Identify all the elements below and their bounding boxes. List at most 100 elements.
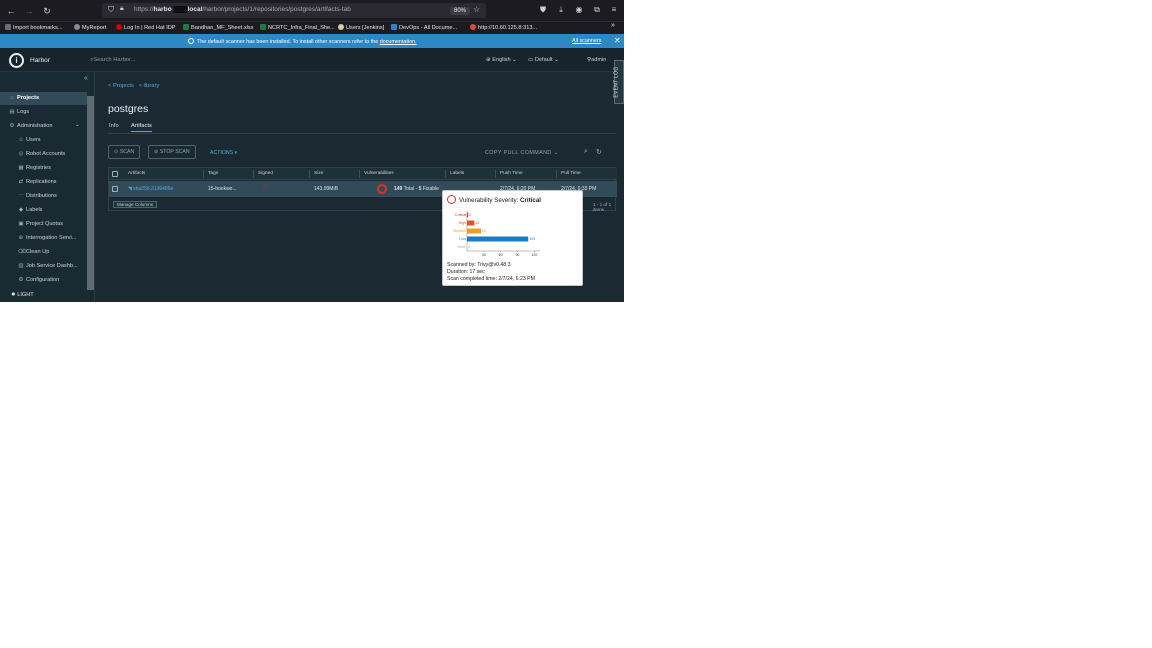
forward-icon[interactable]: → xyxy=(23,5,35,17)
bookmark-item[interactable]: Users [Jenkins] xyxy=(338,24,384,31)
bookmark-item[interactable]: DevOps - All Docume... xyxy=(391,24,457,31)
sidebar-item-labels[interactable]: ◆ Labels xyxy=(0,204,87,217)
sidebar-item-configuration[interactable]: ⚙ Configuration xyxy=(0,274,87,287)
column-header[interactable]: Push Time xyxy=(500,171,523,176)
registries-icon: ▦ xyxy=(18,165,24,171)
chart-category-label: None xyxy=(457,245,466,249)
chevron-down-icon: ⌄ xyxy=(554,57,559,63)
actions-dropdown[interactable]: ACTIONS ▾ xyxy=(210,150,237,156)
collapse-sidebar-icon[interactable]: « xyxy=(84,75,88,82)
column-header[interactable]: Vulnerabilities xyxy=(364,171,394,176)
account-icon[interactable]: ◉ xyxy=(574,5,584,15)
users-icon: ☺ xyxy=(18,137,24,143)
extensions-icon[interactable]: ⧉ xyxy=(592,5,602,15)
sidebar-item-clean-up[interactable]: ⌫Clean Up xyxy=(0,246,87,259)
tab-divider xyxy=(108,133,616,134)
chart-bar-low xyxy=(467,236,529,242)
column-header[interactable]: Size xyxy=(314,171,323,176)
column-divider xyxy=(495,170,496,178)
banner-message: The default scanner has been installed. … xyxy=(188,38,417,45)
search-input[interactable]: ⌕Search Harbor... xyxy=(90,57,135,64)
critical-severity-icon[interactable] xyxy=(377,184,387,194)
chevron-down-icon: ⌄ xyxy=(553,150,559,156)
bookmark-item[interactable]: MyReport xyxy=(74,24,106,31)
star-icon[interactable]: ☆ xyxy=(473,5,480,14)
column-divider xyxy=(309,170,310,178)
stop-scan-button[interactable]: ⊘ STOP SCAN xyxy=(148,145,196,159)
close-icon[interactable]: ✕ xyxy=(614,36,621,45)
sidebar-scrollbar[interactable] xyxy=(87,96,94,290)
sidebar-item-project-quotas[interactable]: ▣ Project Quotas xyxy=(0,218,87,231)
reload-icon[interactable]: ↻ xyxy=(41,5,53,17)
pocket-icon[interactable]: ⛊ xyxy=(538,5,548,15)
bookmark-item[interactable]: NCRTC_Infra_Final_She... xyxy=(260,24,335,31)
screenshot: ← → ↻ ⛉ 🔒︎ https://harbo local/harbor/pro… xyxy=(0,0,624,302)
row-checkbox[interactable] xyxy=(112,186,118,192)
replications-icon: ⇄ xyxy=(18,179,24,185)
user-menu[interactable]: ⚲admin xyxy=(587,57,606,63)
bookmark-item[interactable]: Log In | Red Hat IDP xyxy=(116,24,176,31)
select-all-checkbox[interactable] xyxy=(112,171,118,177)
back-icon[interactable]: ← xyxy=(5,5,17,17)
sun-icon: ✹ xyxy=(11,292,16,298)
url-bar[interactable]: ⛉ 🔒︎ https://harbo local/harbor/projects/… xyxy=(102,3,486,18)
column-header[interactable]: Pull Time xyxy=(561,171,581,176)
column-header[interactable]: Signed xyxy=(258,171,273,176)
vulnerabilities-cell[interactable]: 149 Total · 5 Fixable xyxy=(394,186,439,192)
bookmark-item[interactable]: http://10.60.125.8:313... xyxy=(470,24,537,31)
download-icon[interactable]: ⤓ xyxy=(556,5,566,15)
sidebar-item-administration[interactable]: ⚙ Administration ⌄ xyxy=(0,120,87,133)
bookmark-item[interactable]: Import bookmarks... xyxy=(5,24,62,31)
column-header[interactable]: Artifacts xyxy=(128,171,145,176)
manage-columns-button[interactable]: Manage Columns xyxy=(113,201,158,208)
harbor-logo-icon[interactable]: i xyxy=(9,53,24,68)
artifact-link[interactable]: ◥ sha256:3136486e xyxy=(128,186,173,192)
scan-button[interactable]: ⊙ SCAN xyxy=(108,145,141,159)
bookmarks-bar: Import bookmarks... MyReport Log In | Re… xyxy=(0,21,624,34)
theme-selector[interactable]: ▭ Default ⌄ xyxy=(528,57,559,63)
breadcrumb-library[interactable]: < library xyxy=(139,83,160,89)
copy-pull-command-dropdown[interactable]: COPY PULL COMMAND ⌄ xyxy=(485,150,559,156)
page-title: postgres xyxy=(108,103,149,115)
docker-icon: ◥ xyxy=(128,186,132,192)
sidebar-item-replications[interactable]: ⇄ Replications xyxy=(0,176,87,189)
sidebar-item-projects[interactable]: ⌂ Projects xyxy=(0,92,87,105)
column-header[interactable]: Labels xyxy=(450,171,464,176)
chart-x-tick-label: 90 xyxy=(516,253,520,257)
critical-severity-icon xyxy=(447,195,456,204)
sidebar-item-users[interactable]: ☺ Users xyxy=(0,134,87,147)
app-name[interactable]: Harbor xyxy=(30,57,50,64)
breadcrumb: < Projects < library xyxy=(108,83,159,89)
documentation-link[interactable]: documentation. xyxy=(380,39,417,45)
globe-icon xyxy=(74,24,80,30)
sidebar-item-distributions[interactable]: ⋯ Distributions xyxy=(0,190,87,203)
tab-info[interactable]: Info xyxy=(109,123,119,129)
bookmarks-overflow-icon[interactable]: » xyxy=(611,22,615,29)
zoom-indicator[interactable]: 80% xyxy=(450,7,471,15)
sidebar-item-job-service-dashboard[interactable]: ▥ Job Service Dashb... xyxy=(0,260,87,273)
tab-artifacts[interactable]: Artifacts xyxy=(131,123,152,132)
all-scanners-link[interactable]: All scanners xyxy=(572,38,601,44)
event-log-tab[interactable]: EVENT LOG xyxy=(614,60,624,104)
sidebar-item-registries[interactable]: ▦ Registries xyxy=(0,162,87,175)
sidebar-item-logs[interactable]: ▤ Logs xyxy=(0,106,87,119)
labels-icon: ◆ xyxy=(18,207,24,213)
sidebar-item-robot-accounts[interactable]: ◎ Robot Accounts xyxy=(0,148,87,161)
bookmark-item[interactable]: Bandhan_MF_Sheet.xlsx xyxy=(183,24,254,31)
column-divider xyxy=(203,170,204,178)
projects-icon: ⌂ xyxy=(10,95,14,101)
globe-icon: ⊕ xyxy=(486,57,491,63)
refresh-icon[interactable]: ↻ xyxy=(596,148,602,156)
chart-data-label: 13 xyxy=(475,221,479,225)
configuration-icon: ⚙ xyxy=(18,277,24,283)
sidebar-item-interrogation-services[interactable]: ⊛ Interrogation Servi... xyxy=(0,232,87,245)
language-selector[interactable]: ⊕ English ⌄ xyxy=(486,57,517,63)
breadcrumb-projects[interactable]: < Projects xyxy=(108,83,134,89)
column-divider xyxy=(445,170,446,178)
light-theme-toggle[interactable]: ✹ LIGHT xyxy=(11,292,34,298)
menu-icon[interactable]: ≡ xyxy=(609,5,619,15)
popover-heading: Vulnerability Severity: Critical xyxy=(447,195,541,204)
search-icon[interactable]: ⌕ xyxy=(584,148,588,156)
column-header[interactable]: Tags xyxy=(208,171,218,176)
cleanup-icon: ⌫ xyxy=(18,249,26,255)
